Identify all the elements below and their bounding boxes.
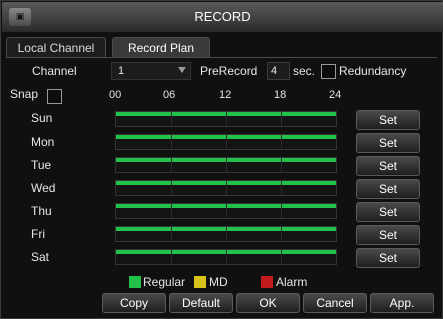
legend-label-regular: Regular [143, 275, 186, 289]
legend-label-alarm: Alarm [276, 275, 308, 289]
channel-select[interactable]: 1 [111, 62, 191, 80]
record-window: ▣ RECORD Local Channel Record Plan Chann… [0, 0, 443, 319]
timeline-divider [281, 181, 282, 195]
timeline-divider [226, 204, 227, 218]
snap-label: Snap [10, 87, 39, 101]
timeline-tue[interactable] [115, 157, 337, 173]
timeline-sun[interactable] [115, 111, 337, 127]
redundancy-label: Redundancy [339, 64, 407, 78]
tick-18: 18 [274, 89, 287, 101]
timeline-divider [171, 250, 172, 264]
ok-button[interactable]: OK [236, 293, 300, 313]
set-button-wed[interactable]: Set [356, 179, 420, 199]
legend-label-md: MD [209, 275, 228, 289]
prerecord-input[interactable]: 4 [267, 62, 290, 80]
timeline-divider [226, 227, 227, 241]
timeline-divider [226, 181, 227, 195]
timeline-divider [281, 204, 282, 218]
timeline-divider [226, 250, 227, 264]
set-button-mon[interactable]: Set [356, 133, 420, 153]
timeline-divider [171, 112, 172, 126]
timeline-thu[interactable] [115, 203, 337, 219]
legend-swatch-md [194, 276, 206, 288]
timeline-divider [226, 112, 227, 126]
redundancy-checkbox[interactable] [321, 64, 336, 79]
legend-swatch-regular [129, 276, 141, 288]
day-label-tue: Tue [31, 158, 52, 172]
timeline-divider [281, 227, 282, 241]
day-label-wed: Wed [31, 181, 56, 195]
day-label-mon: Mon [31, 135, 55, 149]
timeline-sat[interactable] [115, 249, 337, 265]
timeline-wed[interactable] [115, 180, 337, 196]
tab-divider [6, 57, 437, 58]
day-label-sat: Sat [31, 250, 50, 264]
set-button-thu[interactable]: Set [356, 202, 420, 222]
tab-local-channel[interactable]: Local Channel [6, 37, 106, 58]
copy-button[interactable]: Copy [102, 293, 166, 313]
timeline-divider [281, 250, 282, 264]
timeline-mon[interactable] [115, 134, 337, 150]
timeline-fri[interactable] [115, 226, 337, 242]
timeline-divider [171, 204, 172, 218]
tick-24: 24 [329, 89, 342, 101]
title-bar: ▣ RECORD [2, 2, 443, 32]
set-button-sat[interactable]: Set [356, 248, 420, 268]
set-button-fri[interactable]: Set [356, 225, 420, 245]
chevron-down-icon [178, 67, 186, 73]
channel-value: 1 [118, 65, 125, 77]
set-button-tue[interactable]: Set [356, 156, 420, 176]
prerecord-label: PreRecord [200, 64, 258, 78]
timeline-divider [171, 135, 172, 149]
timeline-divider [281, 112, 282, 126]
snap-checkbox[interactable] [47, 89, 62, 104]
timeline-divider [281, 158, 282, 172]
timeline-divider [226, 158, 227, 172]
timeline-divider [171, 181, 172, 195]
apply-button[interactable]: App. [370, 293, 434, 313]
tick-00: 00 [109, 89, 122, 101]
timeline-divider [281, 135, 282, 149]
tick-12: 12 [219, 89, 232, 101]
default-button[interactable]: Default [169, 293, 233, 313]
tick-06: 06 [163, 89, 176, 101]
channel-label: Channel [32, 64, 77, 78]
legend-swatch-alarm [261, 276, 273, 288]
window-title: RECORD [194, 9, 251, 24]
timeline-divider [171, 227, 172, 241]
set-button-sun[interactable]: Set [356, 110, 420, 130]
timeline-divider [171, 158, 172, 172]
timeline-divider [226, 135, 227, 149]
sec-label: sec. [293, 64, 316, 78]
day-label-sun: Sun [31, 111, 53, 125]
cancel-button[interactable]: Cancel [303, 293, 367, 313]
day-label-fri: Fri [31, 227, 45, 241]
day-label-thu: Thu [31, 204, 52, 218]
tab-record-plan[interactable]: Record Plan [112, 37, 210, 58]
